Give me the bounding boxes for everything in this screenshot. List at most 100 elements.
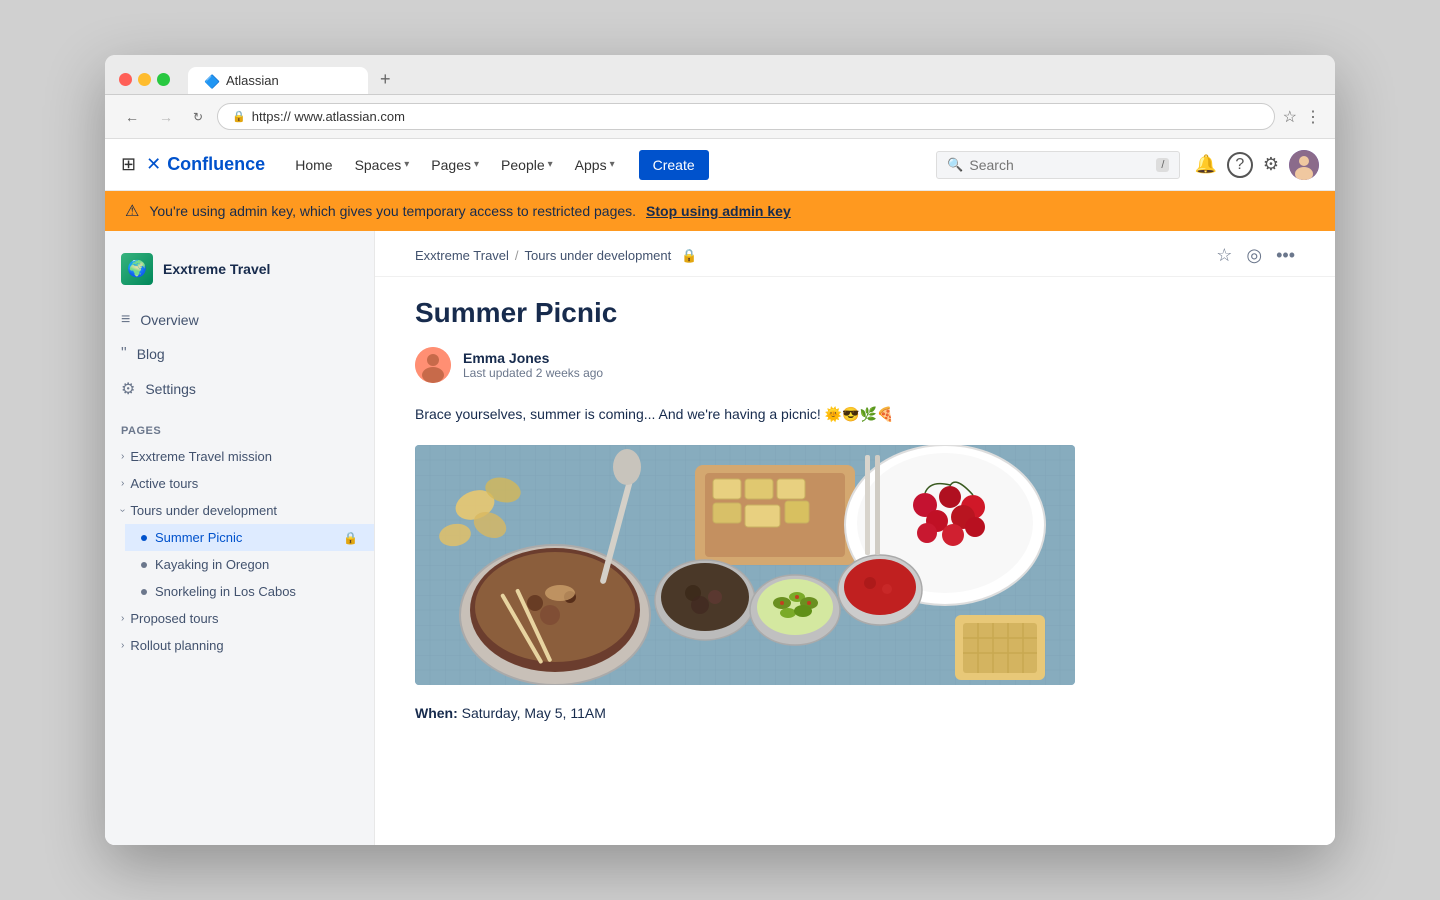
nav-items: Home Spaces ▾ Pages ▾ People ▾ Apps ▾	[285, 150, 936, 180]
more-actions-button[interactable]: •••	[1276, 245, 1295, 266]
new-tab-button[interactable]: +	[372, 65, 399, 94]
page-item-kayaking[interactable]: Kayaking in Oregon	[125, 551, 374, 578]
settings-icon: ⚙	[121, 379, 135, 399]
page-item-summer-picnic[interactable]: Summer Picnic 🔒	[125, 524, 374, 551]
bookmark-icon[interactable]: ☆	[1283, 107, 1297, 127]
sidebar-item-blog[interactable]: " Blog	[105, 337, 374, 371]
chevron-down-icon: ›	[117, 509, 128, 512]
space-icon: 🌍	[121, 253, 153, 285]
breadcrumb-bar: Exxtreme Travel / Tours under developmen…	[375, 231, 1335, 277]
page-title: Summer Picnic	[415, 297, 1295, 329]
back-button[interactable]: ←	[119, 105, 145, 129]
page-item-rollout[interactable]: › Rollout planning	[105, 632, 374, 659]
close-button[interactable]	[119, 73, 132, 86]
search-icon: 🔍	[947, 157, 963, 173]
bullet-icon	[141, 562, 147, 568]
nav-spaces[interactable]: Spaces ▾	[345, 151, 420, 179]
admin-banner: ⚠ You're using admin key, which gives yo…	[105, 191, 1335, 231]
page-item-snorkeling[interactable]: Snorkeling in Los Cabos	[125, 578, 374, 605]
confluence-logo-text: Confluence	[167, 154, 265, 175]
url-bar[interactable]: 🔒 https:// www.atlassian.com	[217, 103, 1275, 130]
sidebar-header: 🌍 Exxtreme Travel	[105, 247, 374, 299]
search-input[interactable]	[969, 157, 1150, 173]
watch-page-button[interactable]: ◎	[1246, 245, 1262, 266]
pages-section-label: PAGES	[105, 411, 374, 443]
chevron-icon: ›	[121, 640, 124, 651]
author-date: Last updated 2 weeks ago	[463, 366, 603, 380]
browser-actions: ☆ ⋮	[1283, 107, 1321, 127]
search-bar[interactable]: 🔍 /	[936, 151, 1180, 179]
settings-button[interactable]: ⚙	[1259, 150, 1283, 179]
url-text: https:// www.atlassian.com	[252, 109, 405, 124]
menu-icon[interactable]: ⋮	[1305, 107, 1321, 127]
sidebar-item-overview[interactable]: ≡ Overview	[105, 303, 374, 337]
nav-people[interactable]: People ▾	[491, 151, 563, 179]
pages-tree: › Exxtreme Travel mission › Active tours…	[105, 443, 374, 659]
nav-pages[interactable]: Pages ▾	[421, 151, 489, 179]
breadcrumb-sep: /	[515, 248, 519, 263]
nav-apps[interactable]: Apps ▾	[565, 151, 625, 179]
chevron-icon: ›	[121, 478, 124, 489]
picnic-image	[415, 445, 1075, 685]
nav-home[interactable]: Home	[285, 151, 342, 179]
when-value: Saturday, May 5, 11AM	[462, 705, 606, 721]
content-area: Exxtreme Travel / Tours under developmen…	[375, 231, 1335, 845]
page-content: Summer Picnic Emma Jones Last updated 2	[375, 277, 1335, 741]
forward-button[interactable]: →	[153, 105, 179, 129]
page-item-active-tours[interactable]: › Active tours	[105, 470, 374, 497]
sidebar: 🌍 Exxtreme Travel ≡ Overview " Blog ⚙ Se…	[105, 231, 375, 845]
active-tab[interactable]: 🔷 Atlassian	[188, 67, 368, 94]
app-content: ⊞ ✕ Confluence Home Spaces ▾ Pages ▾ Peo	[105, 139, 1335, 845]
confluence-logo-icon: ✕	[146, 154, 161, 175]
banner-message: You're using admin key, which gives you …	[149, 203, 636, 219]
refresh-button[interactable]: ↻	[187, 106, 209, 128]
chevron-icon: ›	[121, 613, 124, 624]
main-layout: 🌍 Exxtreme Travel ≡ Overview " Blog ⚙ Se…	[105, 231, 1335, 845]
tab-label: Atlassian	[226, 73, 279, 88]
apps-chevron: ▾	[610, 159, 615, 170]
page-item-tours-dev[interactable]: › Tours under development	[105, 497, 374, 524]
warning-icon: ⚠	[125, 201, 139, 221]
active-bullet-icon	[141, 535, 147, 541]
page-lock-icon: 🔒	[343, 531, 358, 545]
overview-icon: ≡	[121, 311, 130, 329]
author-avatar	[415, 347, 451, 383]
help-button[interactable]: ?	[1227, 152, 1253, 178]
blog-label: Blog	[137, 346, 165, 362]
settings-label: Settings	[145, 381, 196, 397]
stop-admin-link[interactable]: Stop using admin key	[646, 203, 791, 219]
tab-favicon: 🔷	[204, 74, 218, 88]
ssl-lock-icon: 🔒	[232, 110, 246, 123]
author-section: Emma Jones Last updated 2 weeks ago	[415, 347, 1295, 383]
maximize-button[interactable]	[157, 73, 170, 86]
breadcrumb-part-1[interactable]: Exxtreme Travel	[415, 248, 509, 263]
breadcrumb-lock-icon: 🔒	[681, 248, 697, 264]
page-item-mission[interactable]: › Exxtreme Travel mission	[105, 443, 374, 470]
breadcrumb-part-2[interactable]: Tours under development	[525, 248, 672, 263]
nav-icons: 🔔 ? ⚙	[1190, 150, 1319, 180]
tab-bar: 🔷 Atlassian +	[188, 65, 399, 94]
page-body-text: Brace yourselves, summer is coming... An…	[415, 403, 1295, 425]
overview-label: Overview	[140, 312, 198, 328]
people-chevron: ▾	[548, 159, 553, 170]
sidebar-item-settings[interactable]: ⚙ Settings	[105, 371, 374, 407]
user-avatar[interactable]	[1289, 150, 1319, 180]
space-name: Exxtreme Travel	[163, 261, 270, 277]
create-button[interactable]: Create	[639, 150, 709, 180]
bullet-icon	[141, 589, 147, 595]
logo[interactable]: ✕ Confluence	[146, 154, 265, 175]
minimize-button[interactable]	[138, 73, 151, 86]
browser-titlebar: 🔷 Atlassian +	[105, 55, 1335, 95]
top-nav: ⊞ ✕ Confluence Home Spaces ▾ Pages ▾ Peo	[105, 139, 1335, 191]
chevron-icon: ›	[121, 451, 124, 462]
when-text: When: Saturday, May 5, 11AM	[415, 705, 1295, 721]
star-page-button[interactable]: ☆	[1216, 245, 1232, 266]
when-label: When:	[415, 705, 458, 721]
blog-icon: "	[121, 345, 127, 363]
pages-chevron: ▾	[474, 159, 479, 170]
notifications-button[interactable]: 🔔	[1190, 150, 1220, 179]
page-item-proposed[interactable]: › Proposed tours	[105, 605, 374, 632]
search-shortcut: /	[1156, 158, 1169, 172]
grid-icon[interactable]: ⊞	[121, 154, 136, 175]
breadcrumb: Exxtreme Travel / Tours under developmen…	[415, 248, 697, 264]
